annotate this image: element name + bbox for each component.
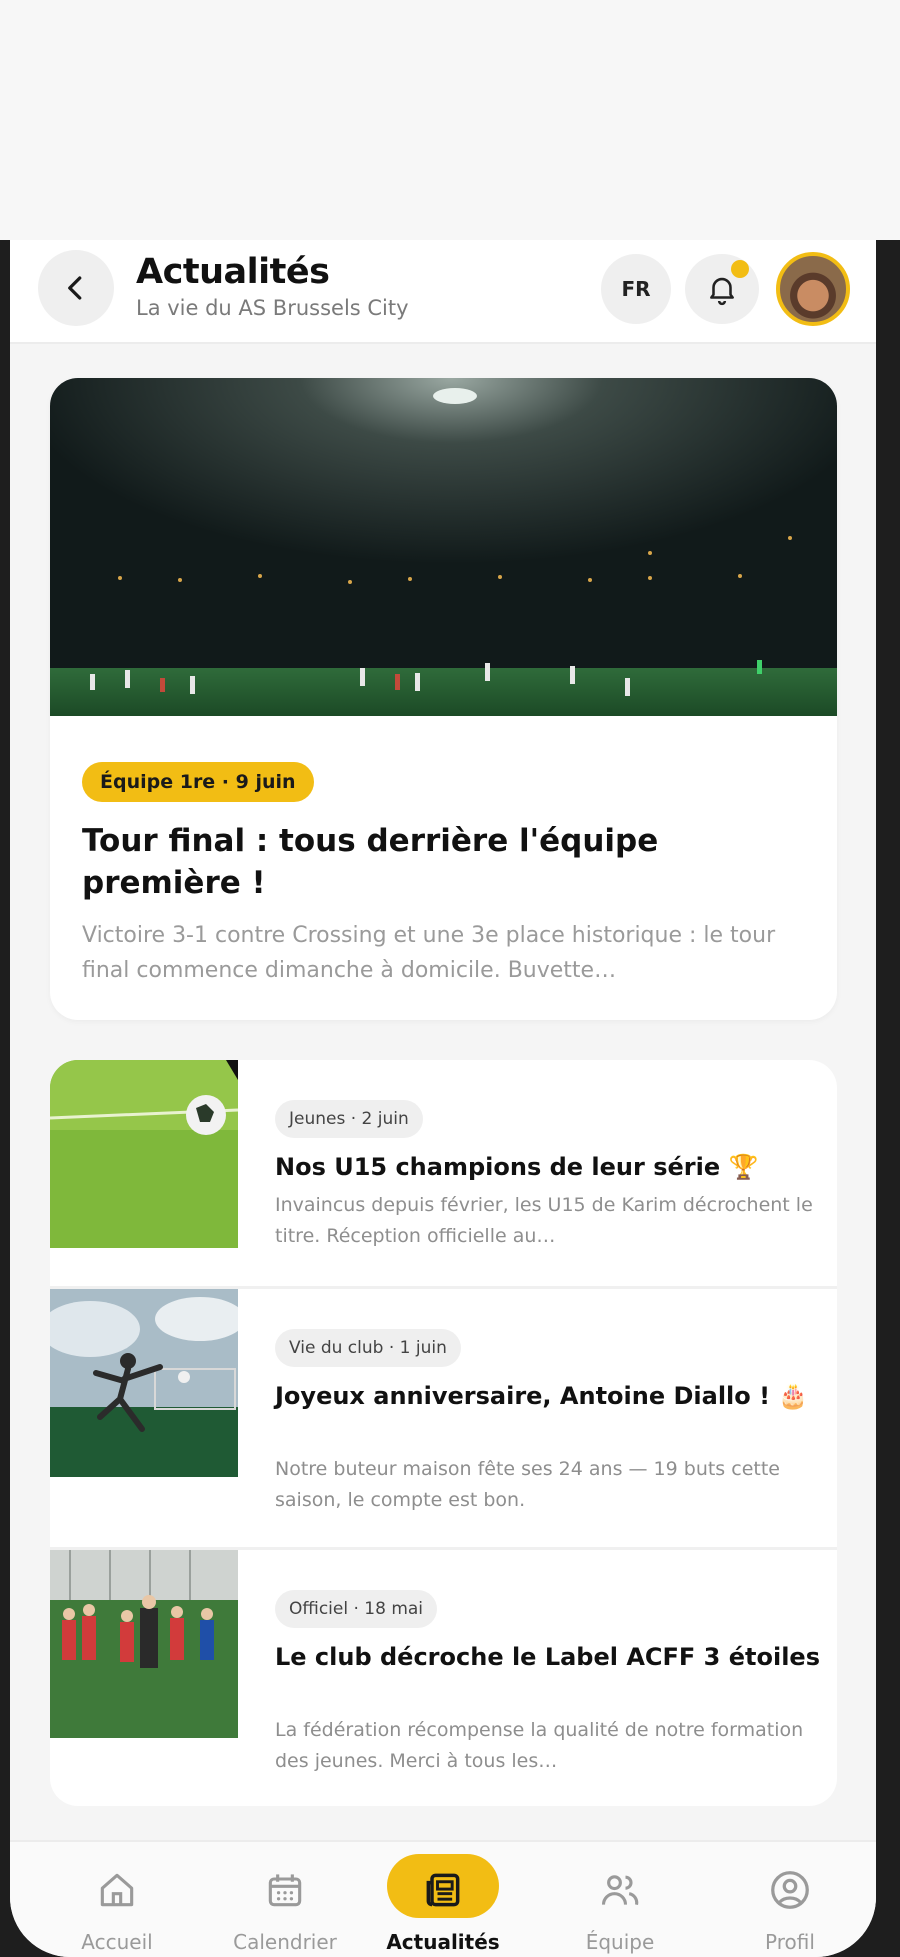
page-title: Actualités [136, 252, 330, 292]
news-list: Jeunes · 2 juin Nos U15 champions de leu… [50, 1060, 837, 1806]
news-excerpt: Notre buteur maison fête ses 24 ans — 19… [275, 1458, 780, 1511]
stadium-night-image [50, 378, 837, 716]
bell-icon [710, 277, 734, 306]
calendar-icon [268, 1874, 302, 1907]
chevron-left-icon [68, 276, 82, 300]
notifications-button[interactable] [685, 254, 759, 324]
nav-item-profil[interactable]: Profil [710, 1842, 870, 1957]
list-item[interactable]: Officiel · 18 mai Le club décroche le La… [50, 1547, 837, 1797]
featured-tag: Équipe 1re · 9 juin [82, 762, 314, 802]
news-title: Le club décroche le Label ACFF 3 étoiles [275, 1643, 820, 1671]
featured-excerpt: Victoire 3-1 contre Crossing et une 3e p… [82, 923, 776, 983]
header-title-group: Actualités La vie du AS Brussels City [136, 252, 409, 320]
profile-icon [771, 1871, 809, 1909]
phone-frame: Actualités La vie du AS Brussels City FR [0, 240, 900, 1957]
app-screen: Actualités La vie du AS Brussels City FR [10, 240, 876, 1957]
nav-item-accueil[interactable]: Accueil [37, 1842, 197, 1957]
featured-title: Tour final : tous derrière l'équipe prem… [82, 823, 659, 901]
nav-label: Actualités [386, 1930, 500, 1954]
nav-item-equipe[interactable]: Équipe [540, 1842, 700, 1957]
nav-item-calendrier[interactable]: Calendrier [205, 1842, 365, 1957]
nav-item-actualites[interactable]: Actualités [363, 1842, 523, 1957]
featured-article-card[interactable]: Équipe 1re · 9 juin Tour final : tous de… [50, 378, 837, 1020]
nav-label: Calendrier [233, 1930, 337, 1954]
news-title: Joyeux anniversaire, Antoine Diallo ! 🎂 [275, 1382, 809, 1410]
list-item[interactable]: Jeunes · 2 juin Nos U15 champions de leu… [50, 1060, 837, 1310]
news-excerpt: La fédération récompense la qualité de n… [275, 1719, 804, 1772]
avatar[interactable] [776, 252, 850, 326]
list-item[interactable]: Vie du club · 1 juin Joyeux anniversaire… [50, 1286, 837, 1536]
soccer-ball-grass-image [50, 1060, 238, 1248]
nav-label: Profil [765, 1930, 815, 1954]
bottom-navigation: Accueil Calendrier Actualités Équipe Pro… [10, 1840, 876, 1957]
youth-team-image [50, 1550, 238, 1738]
team-icon [601, 1875, 639, 1906]
news-tag: Vie du club · 1 juin [275, 1329, 461, 1367]
news-tag: Officiel · 18 mai [275, 1590, 438, 1628]
language-button[interactable]: FR [601, 254, 671, 324]
app-header: Actualités La vie du AS Brussels City FR [10, 240, 876, 344]
page-subtitle: La vie du AS Brussels City [136, 296, 409, 320]
nav-label: Accueil [81, 1930, 153, 1954]
top-blank-area [0, 0, 900, 240]
news-tag: Jeunes · 2 juin [275, 1100, 423, 1138]
back-button[interactable] [38, 250, 114, 326]
news-excerpt: Invaincus depuis février, les U15 de Kar… [275, 1194, 813, 1247]
news-title: Nos U15 champions de leur série 🏆 [275, 1153, 759, 1181]
home-icon [100, 1873, 134, 1907]
player-kicking-image [50, 1289, 238, 1477]
notification-dot [731, 260, 749, 278]
nav-label: Équipe [585, 1930, 655, 1954]
news-icon [426, 1873, 460, 1907]
